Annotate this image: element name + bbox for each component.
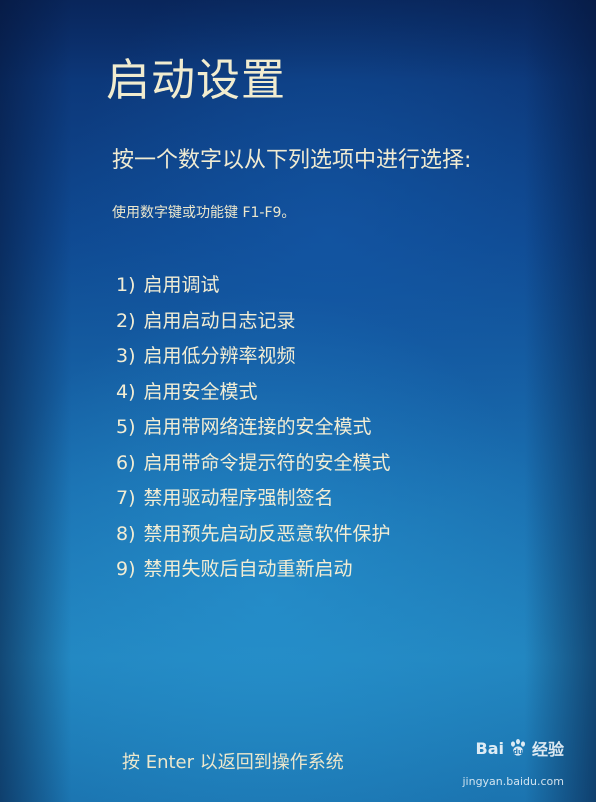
page-title: 启动设置 <box>106 55 286 106</box>
option-number: 9) <box>116 558 136 580</box>
option-number: 1) <box>116 274 136 296</box>
selection-prompt: 按一个数字以从下列选项中进行选择: <box>112 148 472 173</box>
option-number: 2) <box>116 309 136 332</box>
option-label: 启用安全模式 <box>143 380 258 403</box>
option-number: 6) <box>116 451 136 474</box>
return-to-os-hint[interactable]: 按 Enter 以返回到操作系统 <box>122 748 344 774</box>
option-enable-debugging[interactable]: 1) 启用调试 <box>116 268 391 304</box>
baidu-watermark: Bai du 经验 jingyan.baidu.com <box>454 736 565 789</box>
option-label: 禁用预先启动反恶意软件保护 <box>143 522 391 545</box>
option-label: 启用启动日志记录 <box>143 309 296 332</box>
startup-options-list: 1) 启用调试 2) 启用启动日志记录 3) 启用低分辨率视频 4) 启用安全模式 5)… <box>116 268 391 588</box>
option-disable-auto-restart[interactable]: 9) 禁用失败后自动重新启动 <box>116 552 391 588</box>
startup-settings-screen: 启动设置 按一个数字以从下列选项中进行选择: 使用数字键或功能键 F1-F9。 … <box>0 0 596 802</box>
option-number: 8) <box>116 522 136 545</box>
option-label: 禁用驱动程序强制签名 <box>143 487 334 509</box>
option-enable-boot-logging[interactable]: 2) 启用启动日志记录 <box>116 304 391 340</box>
watermark-brand-suffix: 经验 <box>531 740 564 759</box>
option-label: 启用低分辨率视频 <box>143 345 296 367</box>
option-safe-mode-command-prompt[interactable]: 6) 启用带命令提示符的安全模式 <box>116 446 391 482</box>
option-label: 启用带网络连接的安全模式 <box>143 416 372 438</box>
baidu-paw-icon: du <box>510 739 525 756</box>
option-number: 3) <box>116 345 136 367</box>
option-number: 5) <box>116 416 136 438</box>
option-disable-early-antimalware[interactable]: 8) 禁用预先启动反恶意软件保护 <box>116 517 391 553</box>
option-disable-driver-signature[interactable]: 7) 禁用驱动程序强制签名 <box>116 481 391 517</box>
option-number: 4) <box>116 380 136 403</box>
boot-screen: { "screen": { "title": "启动设置", "prompt":… <box>0 0 596 802</box>
watermark-brand-text: Bai <box>475 738 504 758</box>
option-label: 禁用失败后自动重新启动 <box>143 558 353 580</box>
key-hint: 使用数字键或功能键 F1-F9。 <box>112 205 296 221</box>
option-label: 启用调试 <box>143 274 220 296</box>
option-number: 7) <box>116 487 136 509</box>
watermark-brand: Bai du 经验 <box>476 736 565 760</box>
svg-text:du: du <box>513 748 523 756</box>
option-safe-mode-networking[interactable]: 5) 启用带网络连接的安全模式 <box>116 410 391 446</box>
option-enable-safe-mode[interactable]: 4) 启用安全模式 <box>116 375 391 411</box>
option-enable-low-resolution-video[interactable]: 3) 启用低分辨率视频 <box>116 339 391 375</box>
watermark-url: jingyan.baidu.com <box>462 775 564 788</box>
option-label: 启用带命令提示符的安全模式 <box>143 451 391 474</box>
